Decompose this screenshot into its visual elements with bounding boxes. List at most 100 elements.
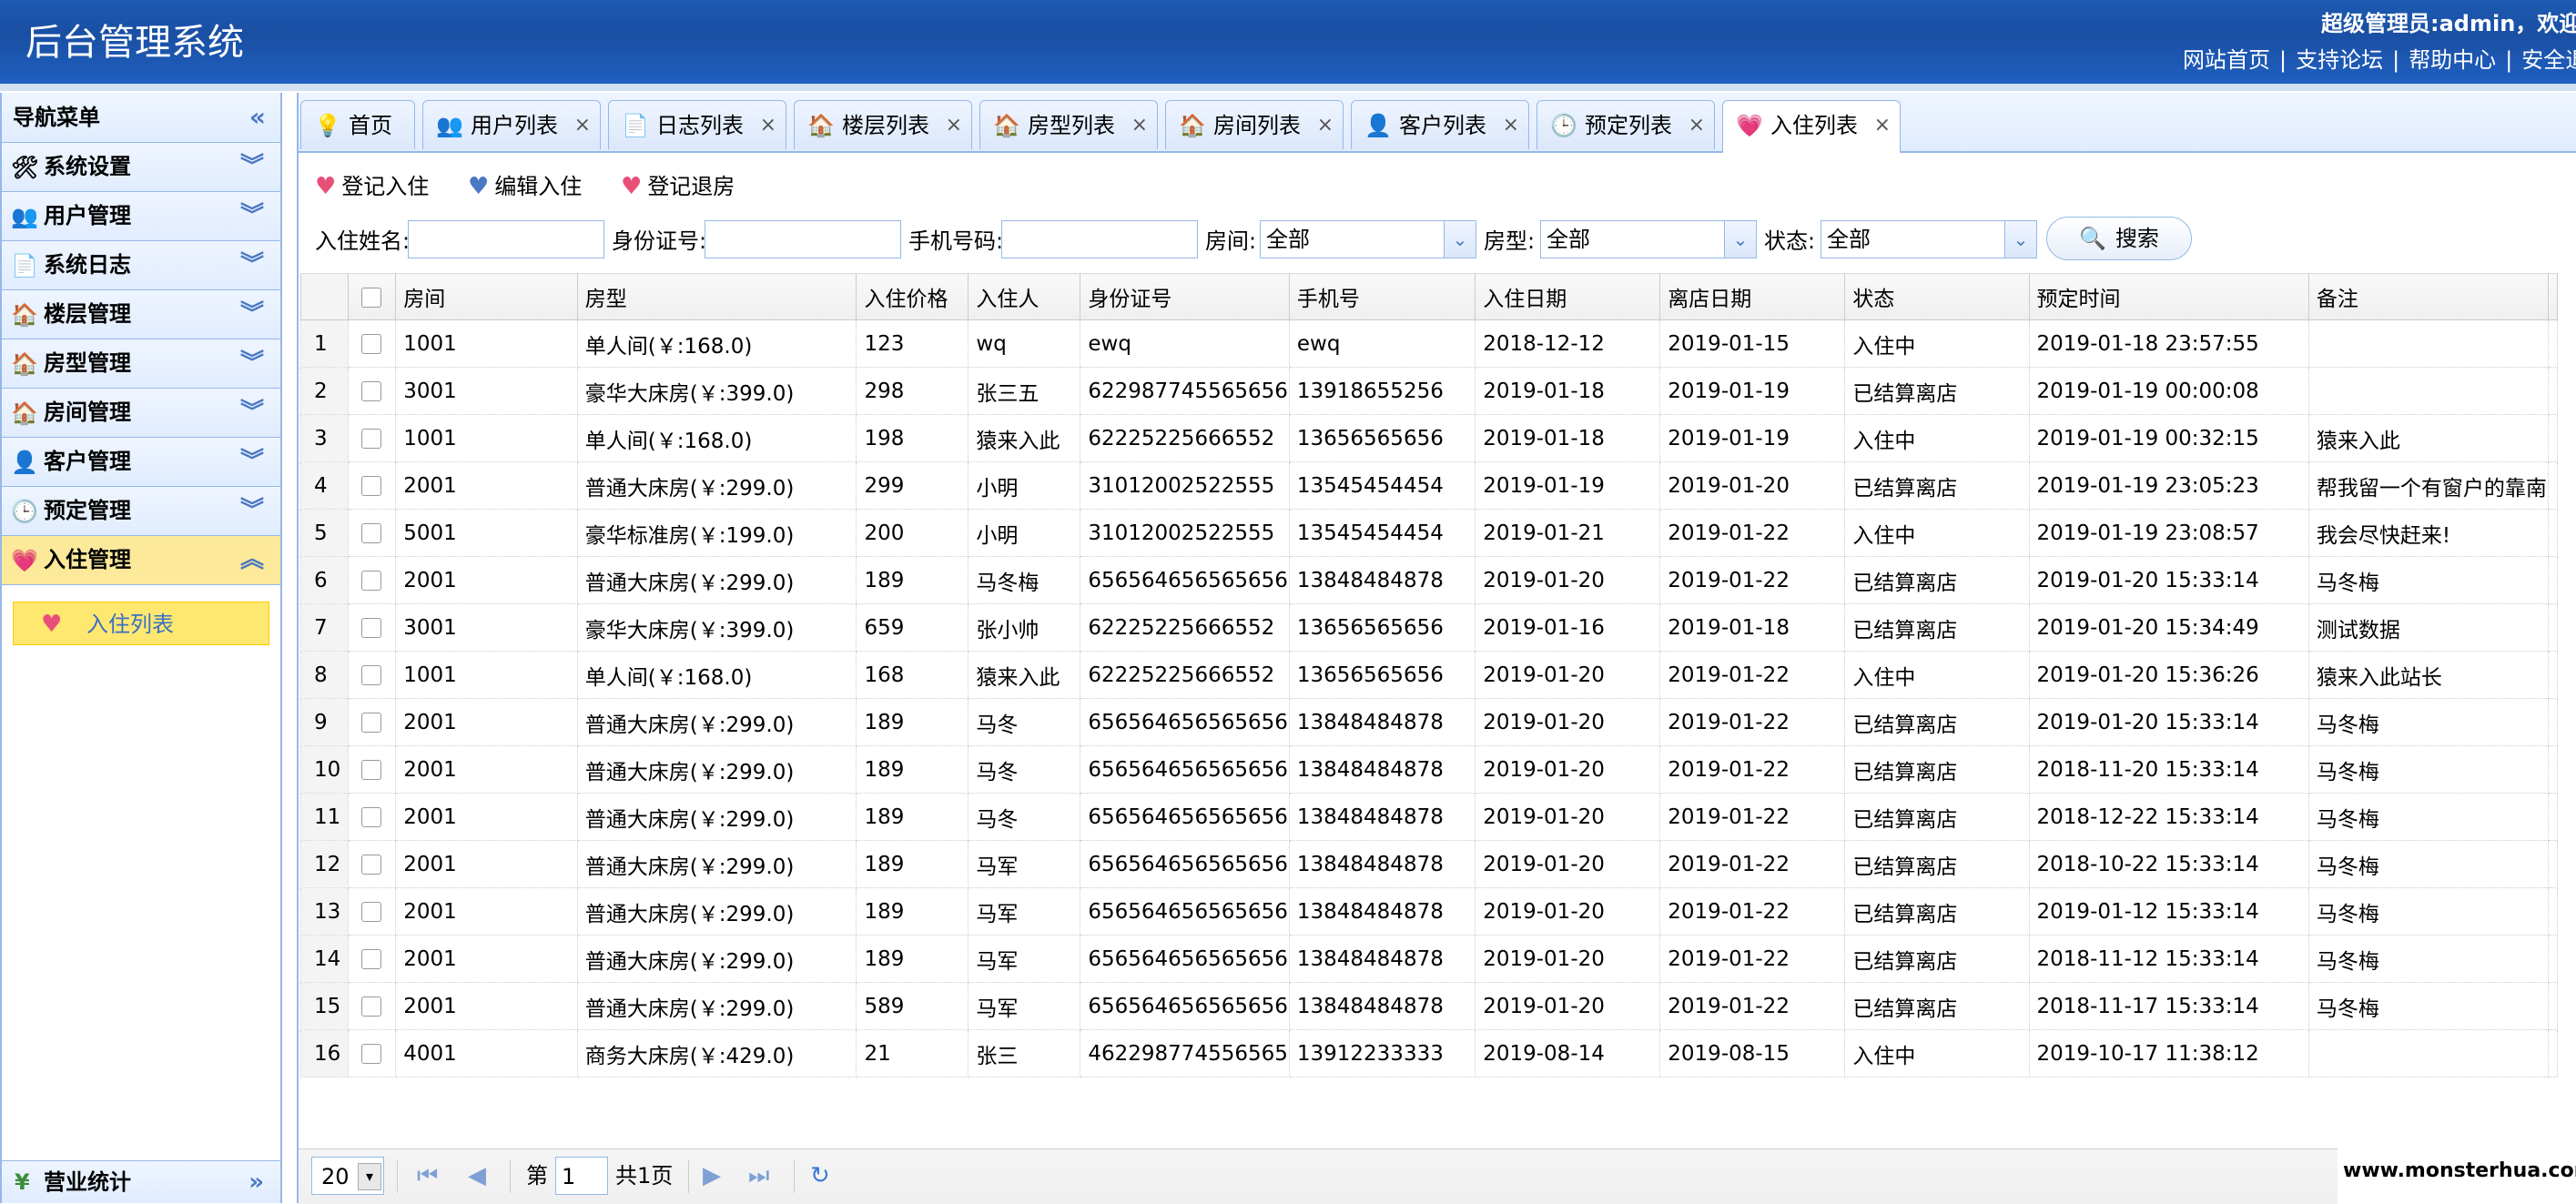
expand-icon[interactable]: ︾ — [240, 487, 264, 535]
row-checkbox[interactable] — [347, 367, 397, 415]
row-checkbox[interactable] — [347, 840, 397, 888]
phone-input[interactable] — [1001, 220, 1198, 258]
sidebar-item-8[interactable]: 💗 入住管理 ︽ — [2, 536, 280, 585]
table-row[interactable]: 13 2001 普通大床房(￥:299.0) 189 马军 656564656565656… — [300, 887, 2558, 936]
sidebar-item-6[interactable]: 👤 客户管理 ︾ — [2, 438, 280, 487]
table-row[interactable]: 4 2001 普通大床房(￥:299.0) 299 小明 31012002522555 13… — [300, 461, 2558, 510]
sidebar-item-2[interactable]: 📄 系统日志 ︾ — [2, 241, 280, 290]
refresh-icon[interactable]: ↻ — [810, 1157, 830, 1195]
column-header[interactable]: 离店日期 — [1659, 273, 1846, 320]
sidebar-item-0[interactable]: 🛠 系统设置 ︾ — [2, 143, 280, 192]
page-number-input[interactable]: 1 — [555, 1157, 608, 1195]
column-header[interactable]: 备注 — [2307, 273, 2550, 320]
table-row[interactable]: 9 2001 普通大床房(￥:299.0) 189 马冬 656564656565656 1… — [300, 698, 2558, 746]
expand-icon[interactable]: ︾ — [240, 241, 264, 289]
type-select[interactable]: 全部 ⌄ — [1540, 220, 1757, 258]
expand-icon[interactable]: ︾ — [240, 143, 264, 191]
room-select[interactable]: 全部 ⌄ — [1260, 220, 1476, 258]
link-home[interactable]: 网站首页 — [2183, 47, 2270, 73]
close-tab-icon[interactable]: × — [1131, 101, 1148, 150]
chevron-down-icon[interactable]: ⌄ — [1444, 221, 1476, 258]
tab-4[interactable]: 🏠 房型列表 × — [979, 100, 1158, 149]
row-checkbox[interactable] — [347, 793, 397, 841]
column-header[interactable]: 预定时间 — [2028, 273, 2309, 320]
column-header[interactable]: 状态 — [1844, 273, 2030, 320]
edit-checkin-button[interactable]: ♥ 编辑入住 — [468, 164, 582, 209]
row-checkbox[interactable] — [347, 982, 397, 1030]
chevron-down-icon[interactable]: ⌄ — [1724, 221, 1756, 258]
column-header[interactable]: 入住日期 — [1475, 273, 1661, 320]
row-checkbox[interactable] — [347, 887, 397, 936]
tab-1[interactable]: 👥 用户列表 × — [422, 100, 601, 149]
select-all-checkbox[interactable] — [347, 273, 397, 320]
link-logout[interactable]: 安全退出 — [2521, 47, 2576, 73]
column-header[interactable]: 入住人 — [968, 273, 1081, 320]
row-checkbox[interactable] — [347, 651, 397, 699]
row-checkbox[interactable] — [347, 414, 397, 462]
row-checkbox[interactable] — [347, 509, 397, 557]
table-row[interactable]: 3 1001 单人间(￥:168.0) 198 猿来入此 62225225666552 13… — [300, 414, 2558, 462]
column-header[interactable]: 入住价格 — [856, 273, 969, 320]
sidebar-subitem-checkin-list[interactable]: ♥ 入住列表 — [13, 602, 269, 645]
close-tab-icon[interactable]: × — [1874, 101, 1891, 150]
sidebar-item-5[interactable]: 🏠 房间管理 ︾ — [2, 389, 280, 438]
chevron-down-icon[interactable]: ▾ — [358, 1163, 381, 1190]
tab-0[interactable]: 💡 首页 — [300, 100, 415, 149]
table-row[interactable]: 15 2001 普通大床房(￥:299.0) 589 马军 656564656565656… — [300, 982, 2558, 1030]
table-row[interactable]: 16 4001 商务大床房(￥:429.0) 21 张三 462298774556565 1… — [300, 1029, 2558, 1078]
column-header[interactable]: 房间 — [395, 273, 578, 320]
checkout-button[interactable]: ♥ 登记退房 — [621, 164, 735, 209]
first-page-icon[interactable]: ⏮ — [417, 1157, 438, 1195]
close-tab-icon[interactable]: × — [574, 101, 591, 150]
row-checkbox[interactable] — [347, 745, 397, 794]
table-row[interactable]: 14 2001 普通大床房(￥:299.0) 189 马军 656564656565656… — [300, 935, 2558, 983]
close-tab-icon[interactable]: × — [760, 101, 776, 150]
expand-icon[interactable]: » — [248, 1161, 264, 1203]
row-checkbox[interactable] — [347, 603, 397, 652]
close-tab-icon[interactable]: × — [1503, 101, 1519, 150]
status-select[interactable]: 全部 ⌄ — [1820, 220, 2037, 258]
table-row[interactable]: 6 2001 普通大床房(￥:299.0) 189 马冬梅 656564656565656… — [300, 556, 2558, 604]
close-tab-icon[interactable]: × — [946, 101, 962, 150]
tab-3[interactable]: 🏠 楼层列表 × — [794, 100, 972, 149]
expand-icon[interactable]: ︾ — [240, 192, 264, 240]
table-row[interactable]: 1 1001 单人间(￥:168.0) 123 wq ewq ewq 2018-12-12 20… — [300, 319, 2558, 368]
tab-5[interactable]: 🏠 房间列表 × — [1165, 100, 1344, 149]
tab-6[interactable]: 👤 客户列表 × — [1351, 100, 1529, 149]
name-input[interactable] — [408, 220, 604, 258]
link-help[interactable]: 帮助中心 — [2409, 47, 2496, 73]
tab-2[interactable]: 📄 日志列表 × — [608, 100, 786, 149]
close-tab-icon[interactable]: × — [1317, 101, 1334, 150]
row-checkbox[interactable] — [347, 698, 397, 746]
search-button[interactable]: 🔍 搜索 — [2046, 217, 2192, 260]
collapse-icon[interactable]: ︽ — [240, 536, 264, 584]
link-forum[interactable]: 支持论坛 — [2296, 47, 2383, 73]
next-page-icon[interactable]: ▶ — [703, 1157, 721, 1195]
id-input[interactable] — [705, 220, 901, 258]
tab-7[interactable]: 🕒 预定列表 × — [1536, 100, 1715, 149]
table-row[interactable]: 5 5001 豪华标准房(￥:199.0) 200 小明 31012002522555 13… — [300, 509, 2558, 557]
page-size-select[interactable]: 20 ▾ — [311, 1157, 384, 1195]
expand-icon[interactable]: ︾ — [240, 389, 264, 437]
row-checkbox[interactable] — [347, 319, 397, 368]
row-checkbox[interactable] — [347, 1029, 397, 1078]
expand-icon[interactable]: ︾ — [240, 438, 264, 486]
table-row[interactable]: 8 1001 单人间(￥:168.0) 168 猿来入此 62225225666552 13… — [300, 651, 2558, 699]
checkin-button[interactable]: ♥ 登记入住 — [315, 164, 429, 209]
prev-page-icon[interactable]: ◀ — [468, 1157, 486, 1195]
table-row[interactable]: 10 2001 普通大床房(￥:299.0) 189 马冬 656564656565656… — [300, 745, 2558, 794]
expand-icon[interactable]: ︾ — [240, 290, 264, 339]
chevron-down-icon[interactable]: ⌄ — [2004, 221, 2036, 258]
sidebar-item-3[interactable]: 🏠 楼层管理 ︾ — [2, 290, 280, 339]
collapse-sidebar-icon[interactable]: « — [249, 93, 266, 142]
column-header[interactable]: 手机号 — [1288, 273, 1476, 320]
row-checkbox[interactable] — [347, 556, 397, 604]
last-page-icon[interactable]: ⏭ — [748, 1157, 769, 1195]
tab-8[interactable]: 💗 入住列表 × — [1722, 100, 1901, 153]
expand-icon[interactable]: ︾ — [240, 339, 264, 388]
sidebar-item-revenue[interactable]: ¥ 营业统计 » — [2, 1160, 280, 1203]
table-row[interactable]: 12 2001 普通大床房(￥:299.0) 189 马军 656564656565656… — [300, 840, 2558, 888]
table-row[interactable]: 11 2001 普通大床房(￥:299.0) 189 马冬 656564656565656… — [300, 793, 2558, 841]
column-header[interactable]: 房型 — [576, 273, 857, 320]
table-row[interactable]: 2 3001 豪华大床房(￥:399.0) 298 张三五 622987745565656… — [300, 367, 2558, 415]
